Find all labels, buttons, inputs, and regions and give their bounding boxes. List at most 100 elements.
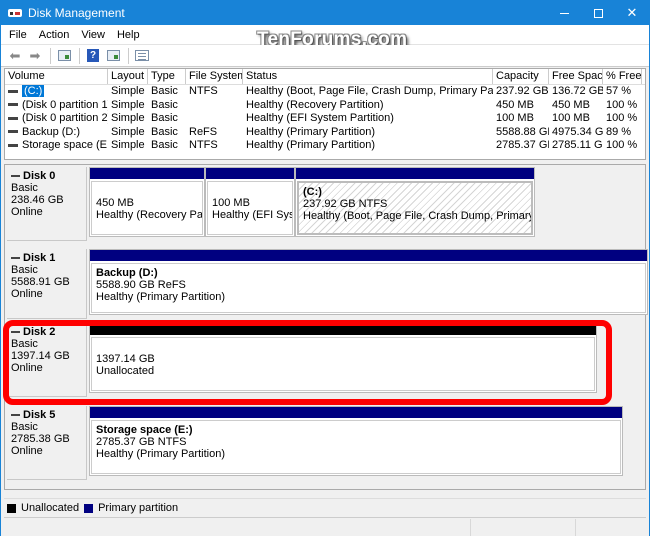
column-header-percent-free[interactable]: % Free — [603, 69, 642, 84]
menu-action[interactable]: Action — [33, 29, 76, 41]
free-space-cell: 100 MB — [552, 112, 590, 124]
capacity-cell: 5588.88 GB — [496, 125, 549, 138]
minimize-button[interactable] — [547, 1, 581, 25]
back-button[interactable]: ⬅ — [6, 48, 24, 64]
type-cell: Basic — [151, 139, 178, 151]
column-header-file-system[interactable]: File System — [186, 69, 243, 84]
column-header-layout[interactable]: Layout — [108, 69, 148, 84]
status-segment — [576, 519, 649, 536]
volume-row[interactable]: (C:) Simple Basic NTFS Healthy (Boot, Page F… — [5, 85, 645, 99]
legend: Unallocated Primary partition — [4, 498, 646, 518]
partition-details: 1397.14 GB Unallocated — [91, 337, 595, 391]
file-system-cell: NTFS — [189, 85, 218, 97]
partition-details: 100 MBHealthy (EFI Syster — [207, 181, 293, 235]
status-segment — [471, 519, 576, 536]
disk-icon — [11, 331, 20, 334]
volume-icon — [8, 130, 18, 134]
show-hide-console-tree-button[interactable] — [55, 48, 73, 64]
console-tree-icon — [57, 50, 71, 61]
status-segment — [1, 519, 471, 536]
status-cell: Healthy (Recovery Partition) — [246, 98, 384, 111]
menu-view[interactable]: View — [75, 29, 111, 41]
window-title: Disk Management — [28, 6, 125, 20]
partition-details: 450 MBHealthy (Recovery Partiti — [91, 181, 203, 235]
unallocated-space[interactable]: 1397.14 GB Unallocated — [89, 323, 597, 393]
disk-size: 1397.14 GB — [11, 350, 70, 362]
partition-status: Healthy (Primary Partition) — [96, 448, 225, 460]
status-cell: Healthy (Boot, Page File, Crash Dump, Pr… — [246, 85, 493, 97]
volume-icon — [8, 89, 18, 93]
type-cell: Basic — [151, 85, 178, 97]
column-header-capacity[interactable]: Capacity — [493, 69, 549, 84]
disk-info[interactable]: Disk 2 Basic 1397.14 GB Online — [7, 323, 87, 397]
volume-list-header: Volume Layout Type File System Status Ca… — [5, 69, 645, 85]
volume-icon — [8, 103, 18, 107]
partition-details: (C:) 237.92 GB NTFS Healthy (Boot, Page Fi… — [297, 181, 533, 235]
volume-list: Volume Layout Type File System Status Ca… — [4, 68, 646, 160]
legend-primary-partition: Primary partition — [98, 502, 179, 514]
type-cell: Basic — [151, 98, 178, 111]
partition[interactable]: 100 MBHealthy (EFI Syster — [205, 167, 295, 237]
column-header-free-space[interactable]: Free Space — [549, 69, 603, 84]
layout-cell: Simple — [111, 85, 145, 97]
disk-size: 2785.38 GB — [11, 433, 70, 445]
partition[interactable]: 450 MBHealthy (Recovery Partiti — [89, 167, 205, 237]
layout-cell: Simple — [111, 112, 145, 124]
disk-info[interactable]: Disk 5 Basic 2785.38 GB Online — [7, 406, 87, 480]
menu-help[interactable]: Help — [111, 29, 146, 41]
partition-status: Healthy (Recovery Partiti — [96, 209, 203, 221]
volume-icon — [8, 116, 18, 120]
partition[interactable]: Backup (D:) 5588.90 GB ReFS Healthy (Prima… — [89, 249, 648, 315]
partition-name: (C:) — [303, 186, 322, 198]
disk-graphical-view: Disk 0 Basic 238.46 GB Online 450 MB Healthy … — [4, 164, 648, 490]
percent-free-cell: 100 % — [606, 98, 638, 111]
volume-row[interactable]: Storage space (E:) Simple Basic NTFS Healthy… — [5, 139, 645, 153]
forward-button[interactable]: ➡ — [26, 48, 44, 64]
file-system-cell: ReFS — [189, 125, 218, 138]
partition-name: Storage space (E:) — [96, 424, 193, 436]
maximize-button[interactable] — [581, 1, 615, 25]
disk-name: Disk 1 — [11, 252, 82, 264]
help-button[interactable]: ? — [84, 48, 102, 64]
partition-status: Healthy (Primary Partition) — [96, 291, 225, 303]
properties-button[interactable] — [133, 48, 151, 64]
disk-info[interactable]: Disk 1 Basic 5588.91 GB Online — [7, 249, 87, 319]
column-header-type[interactable]: Type — [148, 69, 186, 84]
primary-partition-bar — [90, 407, 622, 418]
status-cell: Healthy (EFI System Partition) — [246, 112, 394, 124]
volume-name: (Disk 0 partition 2) — [22, 112, 108, 124]
volume-name: Backup (D:) — [22, 125, 81, 138]
volume-row[interactable]: (Disk 0 partition 2) Simple Basic Healthy (… — [5, 112, 645, 126]
capacity-cell: 450 MB — [496, 98, 534, 111]
status-bar — [1, 519, 649, 536]
disk-row-disk-0: Disk 0 Basic 238.46 GB Online 450 MB Healthy … — [7, 167, 643, 241]
disk-management-window: Disk Management ✕ File Action View Help … — [0, 0, 650, 536]
partition-size: 2785.37 GB NTFS — [96, 436, 187, 448]
partition[interactable]: (C:) 237.92 GB NTFS Healthy (Boot, Page Fi… — [295, 167, 535, 237]
partition-size: 450 MB — [96, 197, 134, 209]
disk-name: Disk 0 — [11, 170, 82, 182]
file-system-cell: NTFS — [189, 139, 218, 151]
partition-status: Healthy (Boot, Page File, Crash Dump, Pr… — [303, 210, 533, 222]
disk-icon — [11, 175, 20, 178]
title-bar[interactable]: Disk Management ✕ — [1, 1, 649, 25]
column-header-status[interactable]: Status — [243, 69, 493, 84]
disk-icon — [11, 257, 20, 260]
volume-row[interactable]: Backup (D:) Simple Basic ReFS Healthy (Prima… — [5, 126, 645, 140]
toolbar-separator — [50, 47, 51, 64]
column-header-volume[interactable]: Volume — [5, 69, 108, 84]
menu-file[interactable]: File — [1, 29, 33, 41]
disk-info[interactable]: Disk 0 Basic 238.46 GB Online — [7, 167, 87, 241]
type-cell: Basic — [151, 125, 178, 138]
partition[interactable]: Storage space (E:) 2785.37 GB NTFS Healthy… — [89, 406, 623, 476]
volume-row[interactable]: (Disk 0 partition 1) Simple Basic Healthy (… — [5, 99, 645, 113]
partition-size: 1397.14 GB — [96, 353, 155, 365]
layout-cell: Simple — [111, 125, 145, 138]
disk-state: Online — [11, 362, 43, 374]
status-cell: Healthy (Primary Partition) — [246, 125, 375, 138]
disk-row-disk-5: Disk 5 Basic 2785.38 GB Online Storage space… — [7, 406, 643, 480]
close-button[interactable]: ✕ — [615, 1, 649, 25]
disk-type: Basic — [11, 264, 38, 276]
show-action-pane-button[interactable] — [104, 48, 122, 64]
status-cell: Healthy (Primary Partition) — [246, 139, 375, 151]
